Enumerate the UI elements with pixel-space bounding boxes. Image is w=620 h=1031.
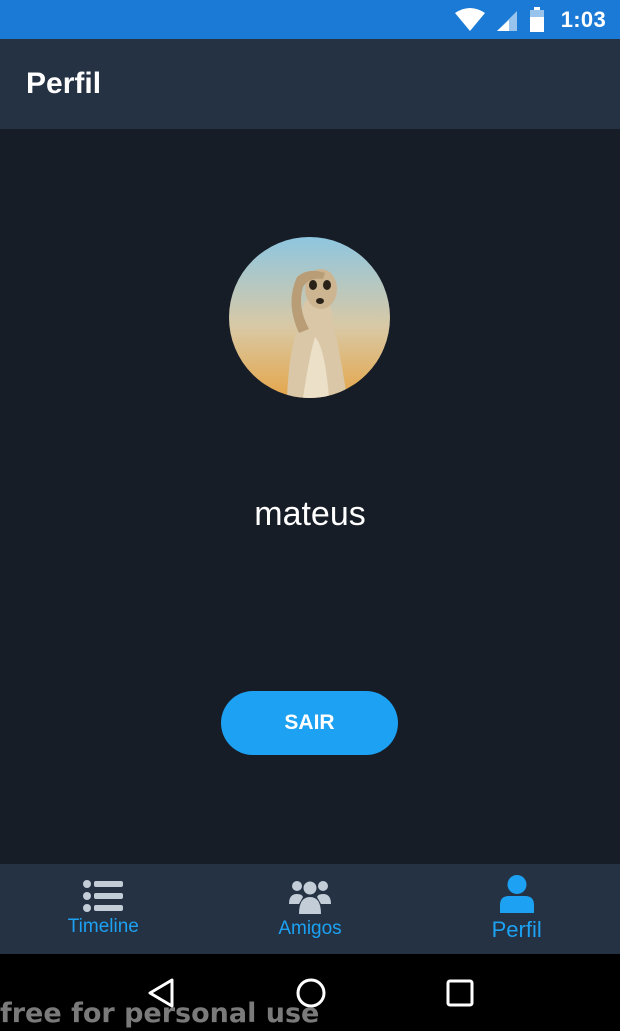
battery-icon [529, 6, 544, 32]
bottom-nav: Timeline Amigos Perfil [0, 864, 620, 954]
nav-label-amigos: Amigos [278, 918, 342, 939]
page-title: Perfil [26, 67, 102, 100]
system-nav-bar: free for personal use [0, 954, 620, 1031]
group-icon [289, 881, 331, 914]
username: mateus [254, 495, 366, 533]
nav-label-timeline: Timeline [67, 916, 139, 937]
status-time: 1:03 [560, 6, 606, 32]
nav-item-amigos[interactable]: Amigos [207, 864, 414, 954]
signal-icon [496, 10, 517, 31]
avatar-image [229, 237, 390, 398]
logout-button[interactable]: SAIR [221, 691, 398, 755]
wifi-icon [454, 7, 485, 31]
list-icon [83, 880, 124, 912]
person-icon [499, 875, 534, 913]
avatar [229, 237, 390, 398]
watermark: free for personal use [0, 998, 320, 1029]
screen: 1:03 Perfil mateus SAIR Timeline Amigos … [0, 0, 620, 1031]
profile-content: mateus SAIR [0, 129, 620, 864]
status-bar: 1:03 [0, 0, 620, 39]
recents-icon[interactable] [446, 979, 474, 1007]
app-bar: Perfil [0, 39, 620, 129]
nav-label-perfil: Perfil [491, 917, 542, 942]
nav-item-perfil[interactable]: Perfil [413, 864, 620, 954]
nav-item-timeline[interactable]: Timeline [0, 864, 207, 954]
